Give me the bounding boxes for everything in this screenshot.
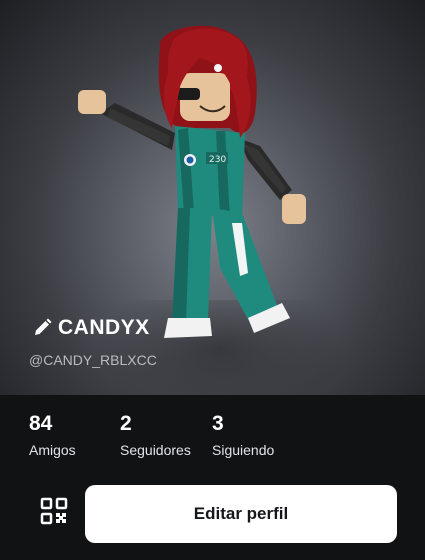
display-name: CANDYX xyxy=(58,316,150,339)
stat-following[interactable]: 3 Siguiendo xyxy=(212,412,274,458)
stats-row: 84 Amigos 2 Seguidores 3 Siguiendo xyxy=(29,412,274,458)
stat-label: Amigos xyxy=(29,442,76,458)
qr-code-icon[interactable] xyxy=(40,497,68,525)
display-name-row[interactable]: CANDYX xyxy=(32,316,150,340)
username: @CANDY_RBLXCC xyxy=(29,352,157,368)
svg-text:230: 230 xyxy=(209,155,226,165)
stat-count: 84 xyxy=(29,412,53,435)
stat-label: Siguiendo xyxy=(212,442,275,458)
pencil-icon[interactable] xyxy=(32,318,52,338)
avatar-image[interactable]: 230 xyxy=(60,18,340,358)
stat-friends[interactable]: 84 Amigos xyxy=(29,412,120,458)
stat-count: 2 xyxy=(120,412,132,435)
profile-header: 230 CANDYX @CANDY_RBLXCC xyxy=(0,0,425,395)
edit-profile-button[interactable]: Editar perfil xyxy=(85,485,397,543)
stat-label: Seguidores xyxy=(120,442,191,458)
stat-count: 3 xyxy=(212,412,224,435)
stat-followers[interactable]: 2 Seguidores xyxy=(120,412,212,458)
